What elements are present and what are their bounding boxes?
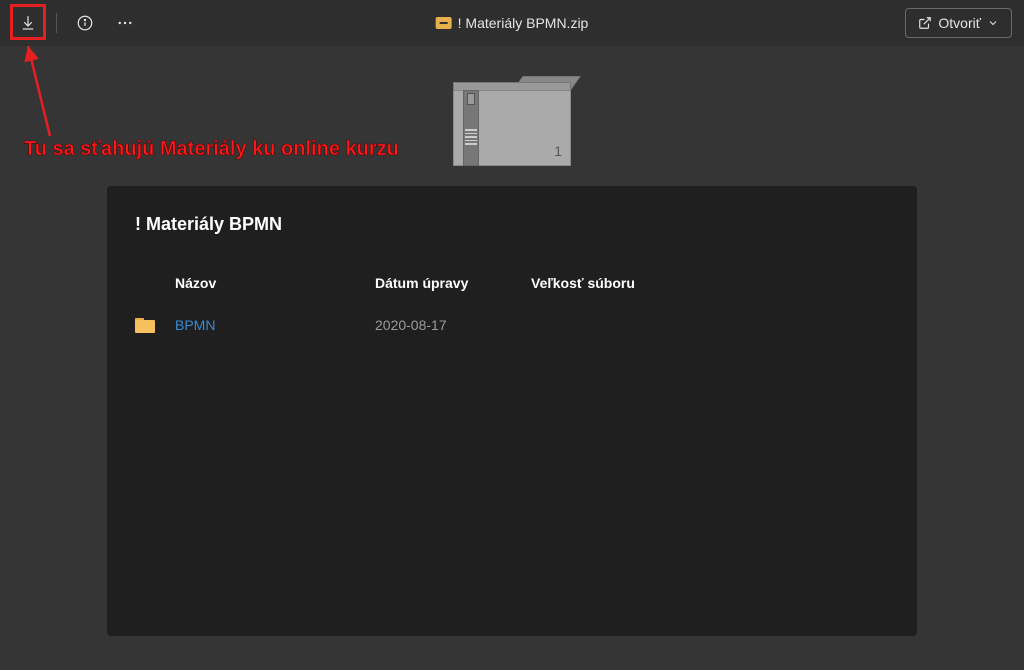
open-button[interactable]: Otvoriť bbox=[905, 8, 1012, 38]
download-button[interactable] bbox=[12, 7, 44, 39]
archive-item-count: 1 bbox=[554, 143, 562, 159]
info-button[interactable] bbox=[69, 7, 101, 39]
top-toolbar: ! Materiály BPMN.zip Otvoriť bbox=[0, 0, 1024, 46]
more-button[interactable] bbox=[109, 7, 141, 39]
row-name[interactable]: BPMN bbox=[175, 317, 375, 333]
zip-file-icon bbox=[436, 17, 452, 29]
row-date: 2020-08-17 bbox=[375, 317, 531, 333]
column-size[interactable]: Veľkosť súboru bbox=[531, 275, 681, 291]
panel-title: ! Materiály BPMN bbox=[135, 214, 889, 235]
file-title: ! Materiály BPMN.zip bbox=[436, 15, 589, 31]
toolbar-divider bbox=[56, 13, 57, 33]
more-horizontal-icon bbox=[116, 14, 134, 32]
folder-icon bbox=[135, 318, 155, 333]
toolbar-right-group: Otvoriť bbox=[905, 8, 1012, 38]
file-table: Názov Dátum úpravy Veľkosť súboru BPMN 2… bbox=[135, 275, 889, 337]
file-title-text: ! Materiály BPMN.zip bbox=[458, 15, 589, 31]
content-wrapper: 1 ! Materiály BPMN Názov Dátum úpravy Ve… bbox=[0, 46, 1024, 636]
column-name[interactable]: Názov bbox=[175, 275, 375, 291]
table-row[interactable]: BPMN 2020-08-17 bbox=[135, 313, 889, 337]
archive-thumbnail: 1 bbox=[453, 76, 571, 168]
toolbar-left-group bbox=[12, 7, 141, 39]
info-icon bbox=[76, 14, 94, 32]
column-date[interactable]: Dátum úpravy bbox=[375, 275, 531, 291]
open-button-label: Otvoriť bbox=[938, 15, 981, 31]
preview-panel: ! Materiály BPMN Názov Dátum úpravy Veľk… bbox=[107, 186, 917, 636]
download-icon bbox=[19, 14, 37, 32]
chevron-down-icon bbox=[987, 17, 999, 29]
external-link-icon bbox=[918, 16, 932, 30]
table-header: Názov Dátum úpravy Veľkosť súboru bbox=[135, 275, 889, 313]
